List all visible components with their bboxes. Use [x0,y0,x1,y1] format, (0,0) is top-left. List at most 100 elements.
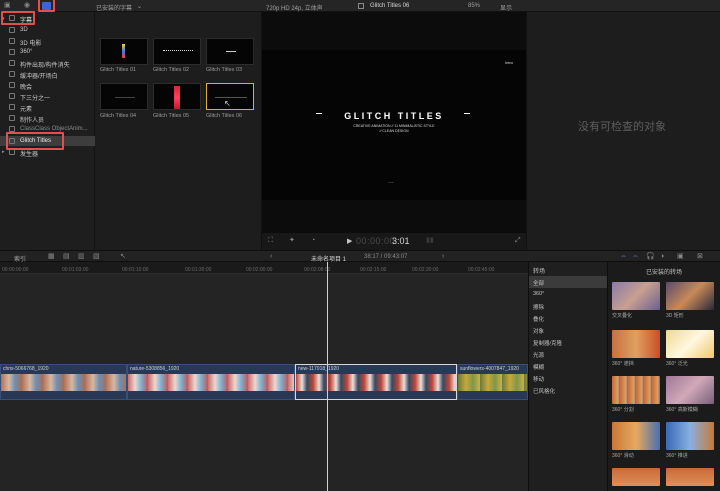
category-lights[interactable]: 光源 [529,348,608,360]
play-icon[interactable]: ▶ [347,238,352,245]
clip-appearance-icon[interactable]: ▦ [48,253,55,260]
photos-audio-icon[interactable]: ◉ [24,2,30,9]
installed-transitions-dropdown[interactable]: 已安装的转场 [646,267,682,276]
headphones-icon[interactable]: 🎧 [646,253,655,260]
thumbnail-label: Glitch Titles 06 [206,113,243,119]
highlight-glitch-titles [6,132,64,150]
speed-icon[interactable]: ◔ [311,237,315,244]
fullscreen-icon[interactable]: ⤢ [515,237,521,244]
display-dropdown[interactable]: 显示 [500,3,512,12]
ruler-tick: 00:00:00:00 [2,267,29,273]
video-canvas[interactable]: Intro GLITCH TITLES CREATIVE ANIMATION /… [262,50,526,200]
sidebar-item-credits[interactable]: 制作人员 [0,113,95,124]
sidebar-item-bumper-opener[interactable]: 缓冲器/开场白 [0,69,95,80]
category-all[interactable]: 全部 [529,276,608,288]
viewer-controls: ⛶ ✦ ◔ ▶ 00:00:00 3:01 ▮▮ ⤢ [262,233,526,250]
sidebar-item-lower-thirds[interactable]: 下三分之一 [0,91,95,102]
sidebar-item-label: 缓冲器/开场白 [20,74,58,80]
transition-thumbnail[interactable] [666,376,714,404]
timeline-clip[interactable]: chris-5066768_1920 [0,364,127,400]
transitions-header: 转场 [533,269,546,275]
audio-skimming-icon[interactable]: ⇔ [620,253,627,260]
category-360[interactable]: 360° [529,288,608,300]
insert-icon[interactable]: ▥ [78,253,85,260]
timeline-clip[interactable]: nature-5308856_1920 [127,364,295,400]
effects-browser-icon[interactable]: ▣ [677,253,684,260]
connect-icon[interactable]: ▤ [63,253,70,260]
transition-thumbnail[interactable] [612,282,660,310]
viewer-title: Glitch Titles 06 [370,3,410,9]
category-label: 叠化 [533,317,545,323]
sidebar-item-label: 制作人员 [20,118,45,124]
back-icon[interactable]: ‹ [270,253,272,260]
category-dissolves[interactable]: 叠化 [529,312,608,324]
category-label: 擦除 [533,305,545,311]
category-stylized[interactable]: 已风格化 [529,384,608,396]
inspector-empty-message: 没有可检查的对象 [578,121,666,133]
category-wipes[interactable]: 擦除 [529,300,608,312]
clip-name: nature-5308856_1920 [130,366,180,372]
browser-top-bar: ▣ ◉ 已安装的字幕 ⌄ [0,0,262,12]
category-movements[interactable]: 移动 [529,372,608,384]
clip-filmstrip [296,374,456,391]
thumbnail-glitch-titles-05[interactable] [153,83,201,110]
sidebar-item-3d-movie[interactable]: 3D 电影 [0,36,95,47]
sidebar-item-label: 元素 [20,107,33,113]
timeline-clip-selected[interactable]: new-117018_1920 [295,364,457,400]
transitions-browser-icon[interactable]: ⊠ [697,253,703,260]
timeline-ruler[interactable]: 00:00:00:00 00:01:03:00 00:01:10:00 00:0… [0,262,528,274]
transition-thumbnail[interactable] [666,282,714,310]
transition-thumbnail[interactable] [666,422,714,450]
category-label: 移动 [533,377,545,383]
category-replicator[interactable]: 复制器/克隆 [529,336,608,348]
thumbnail-glitch-titles-03[interactable] [206,38,254,65]
transition-thumbnail[interactable] [612,376,660,404]
ruler-tick: 00:01:03:00 [62,267,89,273]
transition-label: 3D 矩形 [666,313,684,319]
zoom-dropdown[interactable]: 85% [468,3,480,9]
category-icon [9,49,15,55]
transition-thumbnail[interactable] [612,330,660,358]
enhance-icon[interactable]: ✦ [289,237,295,244]
thumbnail-glitch-titles-01[interactable] [100,38,148,65]
thumbnail-glitch-titles-04[interactable] [100,83,148,110]
sidebar-item-360[interactable]: 360° [0,47,95,57]
dash-left [316,113,322,114]
thumbnail-label: Glitch Titles 03 [206,67,243,73]
thumbnail-glitch-titles-06[interactable]: ↖ [206,83,254,110]
inspector-top-bar [526,0,720,12]
clip-filmstrip [128,374,294,391]
glitch-graphic [174,86,180,109]
select-tool-icon[interactable]: ↖ [120,253,126,260]
snapping-icon[interactable]: ⇔ [632,253,639,260]
sidebar-item-build-in-out[interactable]: 构件出现/构件消失 [0,58,95,69]
sidebar-item-party[interactable]: 晚会 [0,80,95,91]
media-browser-icon[interactable]: ▣ [4,2,11,9]
timeline-clip[interactable]: sunflowers-4007847_1920 [457,364,528,400]
transition-label: 交叉叠化 [612,313,633,319]
timecode: 3:01 [392,236,410,246]
library-dropdown[interactable]: 已安装的字幕 [96,3,132,12]
sidebar-item-label: 3D 电影 [20,41,42,47]
sidebar-item-elements[interactable]: 元素 [0,102,95,113]
transition-thumbnail[interactable] [612,422,660,450]
sidebar-item-3d[interactable]: 3D [0,25,95,35]
category-blurs[interactable]: 模糊 [529,360,608,372]
forward-icon[interactable]: › [442,253,444,260]
transition-thumbnail[interactable] [666,330,714,358]
sidebar-item-label: 构件出现/构件消失 [20,63,70,69]
append-icon[interactable]: ▧ [93,253,100,260]
category-icon [9,38,15,44]
thumbnail-glitch-titles-02[interactable] [153,38,201,65]
transform-icon[interactable]: ⛶ [268,237,273,244]
solo-icon[interactable]: ◑ [660,253,664,260]
playhead[interactable] [327,262,328,491]
timecode-dim: 00:00:00 [356,236,396,246]
category-objects[interactable]: 对象 [529,324,608,336]
glitch-graphic [115,97,135,98]
thumbnail-label: Glitch Titles 02 [153,67,190,73]
transition-thumbnail[interactable] [612,468,660,486]
transition-label: 360° 分割 [612,407,634,413]
transition-thumbnail[interactable] [666,468,714,486]
transition-label: 360° 泛光 [666,361,688,367]
